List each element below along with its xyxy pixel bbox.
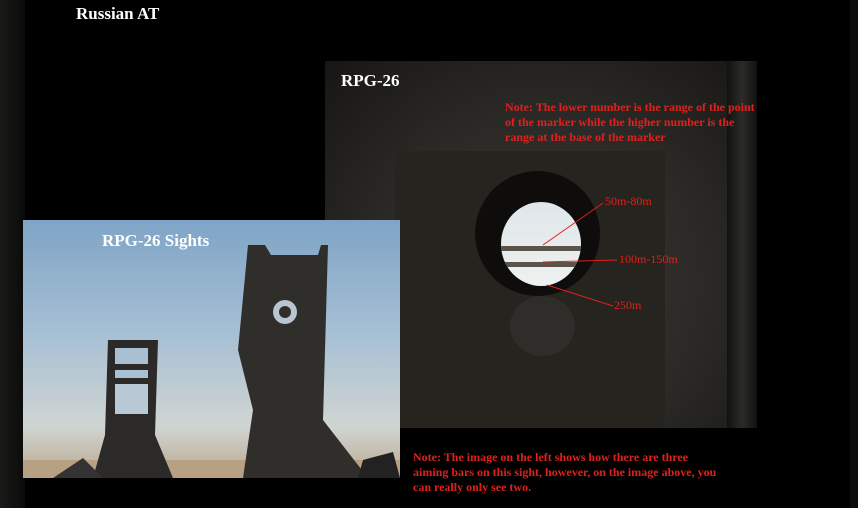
- rpg26-sights-photo: RPG-26 Sights: [23, 220, 400, 478]
- bottom-note: Note: The image on the left shows how th…: [413, 450, 717, 494]
- pointer-line: [542, 259, 618, 263]
- page-title: Russian AT: [76, 4, 160, 23]
- pointer-line: [546, 284, 614, 307]
- right-edge-shadow: [850, 0, 858, 508]
- sights-illustration: [23, 245, 400, 478]
- sights-title: RPG-26 Sights: [102, 231, 210, 250]
- pointer-line: [542, 202, 604, 246]
- left-edge-shadow: [0, 0, 25, 508]
